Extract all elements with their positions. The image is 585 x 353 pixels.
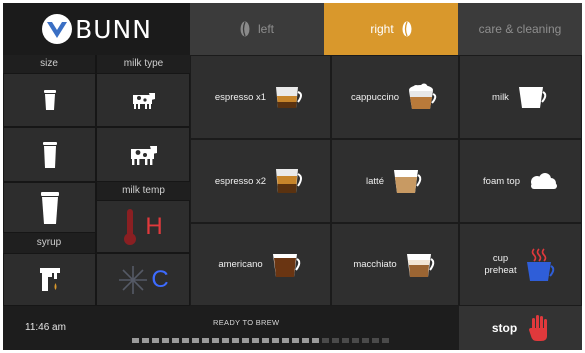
- progress-segment: [282, 338, 289, 343]
- milk-button[interactable]: milk: [459, 55, 582, 139]
- progress-segment: [222, 338, 229, 343]
- progress-bar: [132, 330, 402, 343]
- temp-hot-label: H: [145, 212, 163, 240]
- stop-button[interactable]: stop: [459, 306, 582, 350]
- milk-temp-header-label: milk temp: [122, 185, 165, 196]
- progress-segment: [182, 338, 189, 343]
- progress-segment: [242, 338, 249, 343]
- cup-medium-icon: [42, 141, 57, 168]
- tab-right-label: right: [370, 22, 394, 36]
- syrup-button[interactable]: [3, 253, 96, 306]
- milk-type-2-button[interactable]: [96, 127, 190, 182]
- size-small-button[interactable]: [3, 73, 96, 127]
- snowflake-icon: [119, 265, 148, 294]
- milk-temp-header: milk temp: [97, 182, 190, 200]
- temp-cold-label: C: [151, 265, 169, 293]
- app-frame: BUNN left right care & cleaning size mil…: [3, 3, 582, 350]
- latte-cup-icon: [393, 170, 422, 193]
- espresso-glass-icon: [276, 87, 303, 108]
- progress-segment: [252, 338, 259, 343]
- progress-segment: [202, 338, 209, 343]
- progress-segment: [212, 338, 219, 343]
- syrup-header: syrup: [3, 233, 95, 253]
- foam-top-label: foam top: [483, 175, 520, 187]
- tab-right[interactable]: right: [324, 3, 458, 55]
- cappuccino-button[interactable]: cappuccino: [331, 55, 459, 139]
- coffee-bean-icon: [402, 21, 412, 37]
- milk-temp-hot-button[interactable]: H: [96, 200, 190, 253]
- tab-care-cleaning[interactable]: care & cleaning: [458, 3, 582, 55]
- size-large-button[interactable]: [3, 182, 96, 233]
- cup-preheat-button[interactable]: cup preheat: [459, 223, 582, 306]
- progress-segment: [272, 338, 279, 343]
- progress-segment: [362, 338, 369, 343]
- cow-icon: [131, 145, 157, 165]
- progress-segment: [162, 338, 169, 343]
- progress-segment: [352, 338, 359, 343]
- foam-top-button[interactable]: foam top: [459, 139, 582, 223]
- progress-segment: [332, 338, 339, 343]
- latte-label: latté: [366, 175, 384, 187]
- milk-type-1-button[interactable]: [96, 73, 190, 127]
- progress-segment: [262, 338, 269, 343]
- tab-left[interactable]: left: [190, 3, 324, 55]
- cup-preheat-label: cup preheat: [484, 252, 517, 276]
- milk-cup-icon: [518, 87, 547, 108]
- macchiato-cup-icon: [406, 253, 434, 277]
- espresso-x2-button[interactable]: espresso x2: [190, 139, 331, 223]
- espresso-x1-label: espresso x1: [214, 91, 267, 103]
- cappuccino-label: cappuccino: [350, 91, 400, 103]
- preheat-cup-icon: [526, 247, 554, 281]
- progress-segment: [232, 338, 239, 343]
- progress-segment: [312, 338, 319, 343]
- progress-segment: [192, 338, 199, 343]
- americano-button[interactable]: americano: [190, 223, 331, 306]
- syrup-header-label: syrup: [36, 237, 62, 248]
- progress-segment: [152, 338, 159, 343]
- progress-segment: [132, 338, 139, 343]
- progress-segment: [382, 338, 389, 343]
- latte-button[interactable]: latté: [331, 139, 459, 223]
- cup-large-icon: [40, 191, 59, 224]
- progress-segment: [292, 338, 299, 343]
- espresso-x2-label: espresso x2: [214, 175, 267, 187]
- clock-time: 11:46 am: [25, 322, 66, 333]
- bunn-logo-icon: [42, 14, 73, 44]
- brand-name: BUNN: [75, 14, 152, 44]
- syrup-pump-icon: [39, 267, 60, 291]
- foam-icon: [530, 173, 557, 189]
- progress-segment: [172, 338, 179, 343]
- cappuccino-cup-icon: [409, 83, 437, 109]
- progress-segment: [302, 338, 309, 343]
- stop-label: stop: [491, 321, 518, 335]
- americano-label: americano: [218, 259, 263, 270]
- stop-hand-icon: [529, 315, 548, 341]
- logo-area: BUNN: [3, 3, 190, 55]
- status-bar: 11:46 am READY TO BREW: [3, 306, 459, 350]
- progress-segment: [342, 338, 349, 343]
- status-message: READY TO BREW: [213, 318, 280, 327]
- thermometer-icon: [124, 208, 137, 245]
- size-header: size: [3, 55, 95, 73]
- macchiato-button[interactable]: macchiato: [331, 223, 459, 306]
- espresso-x1-button[interactable]: espresso x1: [190, 55, 331, 139]
- tab-care-cleaning-label: care & cleaning: [478, 22, 562, 36]
- progress-segment: [322, 338, 329, 343]
- milk-type-header-label: milk type: [123, 58, 164, 69]
- coffee-bean-icon: [240, 21, 250, 37]
- espresso-glass-icon: [276, 169, 303, 193]
- milk-temp-cold-button[interactable]: C: [96, 253, 190, 306]
- americano-cup-icon: [272, 253, 300, 277]
- size-header-label: size: [40, 58, 58, 69]
- size-medium-button[interactable]: [3, 127, 96, 182]
- tab-left-label: left: [257, 22, 274, 36]
- progress-segment: [372, 338, 379, 343]
- cup-small-icon: [43, 90, 56, 110]
- milk-label: milk: [492, 91, 509, 103]
- cow-icon: [133, 93, 155, 109]
- milk-type-header: milk type: [97, 55, 190, 73]
- macchiato-label: macchiato: [353, 259, 397, 270]
- progress-segment: [142, 338, 149, 343]
